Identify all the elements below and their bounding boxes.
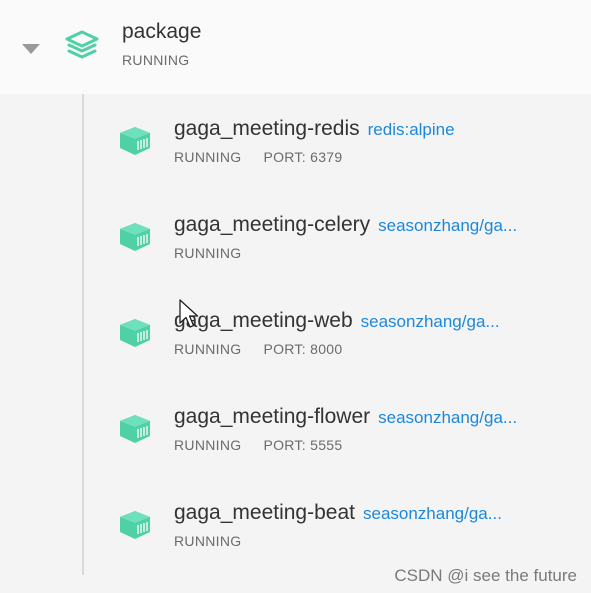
container-image-link[interactable]: seasonzhang/ga... bbox=[378, 408, 517, 427]
container-icon bbox=[120, 511, 150, 539]
container-name-line: gaga_meeting-celery seasonzhang/ga... bbox=[174, 213, 517, 238]
container-image-link[interactable]: seasonzhang/ga... bbox=[363, 504, 502, 523]
container-image-link[interactable]: seasonzhang/ga... bbox=[378, 216, 517, 235]
container-icon bbox=[120, 223, 150, 251]
container-name-line: gaga_meeting-flower seasonzhang/ga... bbox=[174, 405, 517, 430]
container-name: gaga_meeting-flower bbox=[174, 405, 371, 428]
container-row-beat[interactable]: gaga_meeting-beat seasonzhang/ga... RUNNI… bbox=[0, 480, 591, 576]
container-meta: RUNNING PORT: 5555 bbox=[174, 437, 342, 453]
package-header[interactable]: package RUNNING bbox=[0, 0, 591, 94]
container-row-celery[interactable]: gaga_meeting-celery seasonzhang/ga... RUN… bbox=[0, 192, 591, 288]
container-status: RUNNING bbox=[174, 533, 242, 549]
package-status: RUNNING bbox=[122, 52, 190, 68]
container-meta: RUNNING PORT: 8000 bbox=[174, 341, 342, 357]
container-icon bbox=[120, 415, 150, 443]
layers-icon bbox=[65, 30, 99, 59]
container-name-line: gaga_meeting-beat seasonzhang/ga... bbox=[174, 501, 502, 526]
package-name: package bbox=[122, 20, 202, 43]
container-image-link[interactable]: seasonzhang/ga... bbox=[361, 312, 500, 331]
container-row-redis[interactable]: gaga_meeting-redis redis:alpine RUNNING PO… bbox=[0, 96, 591, 192]
container-row-flower[interactable]: gaga_meeting-flower seasonzhang/ga... RUN… bbox=[0, 384, 591, 480]
container-name: gaga_meeting-celery bbox=[174, 213, 371, 236]
container-port: PORT: 8000 bbox=[263, 341, 343, 357]
container-meta: RUNNING bbox=[174, 533, 263, 549]
container-status: RUNNING bbox=[174, 437, 242, 453]
mouse-cursor-icon bbox=[179, 299, 199, 328]
container-status: RUNNING bbox=[174, 149, 242, 165]
container-meta: RUNNING bbox=[174, 245, 263, 261]
container-image-link[interactable]: redis:alpine bbox=[368, 120, 455, 139]
container-icon bbox=[120, 127, 150, 155]
container-port: PORT: 6379 bbox=[263, 149, 343, 165]
container-name: gaga_meeting-redis bbox=[174, 117, 360, 140]
caret-down-icon[interactable] bbox=[22, 44, 40, 54]
container-port: PORT: 5555 bbox=[263, 437, 343, 453]
container-name-line: gaga_meeting-redis redis:alpine bbox=[174, 117, 455, 142]
container-status: RUNNING bbox=[174, 245, 242, 261]
container-icon bbox=[120, 319, 150, 347]
watermark-text: CSDN @i see the future bbox=[394, 566, 577, 585]
container-name: gaga_meeting-beat bbox=[174, 501, 355, 524]
container-meta: RUNNING PORT: 6379 bbox=[174, 149, 342, 165]
container-name-line: gaga_meeting-web seasonzhang/ga... bbox=[174, 309, 500, 334]
container-row-web[interactable]: gaga_meeting-web seasonzhang/ga... RUNNIN… bbox=[0, 288, 591, 384]
container-status: RUNNING bbox=[174, 341, 242, 357]
